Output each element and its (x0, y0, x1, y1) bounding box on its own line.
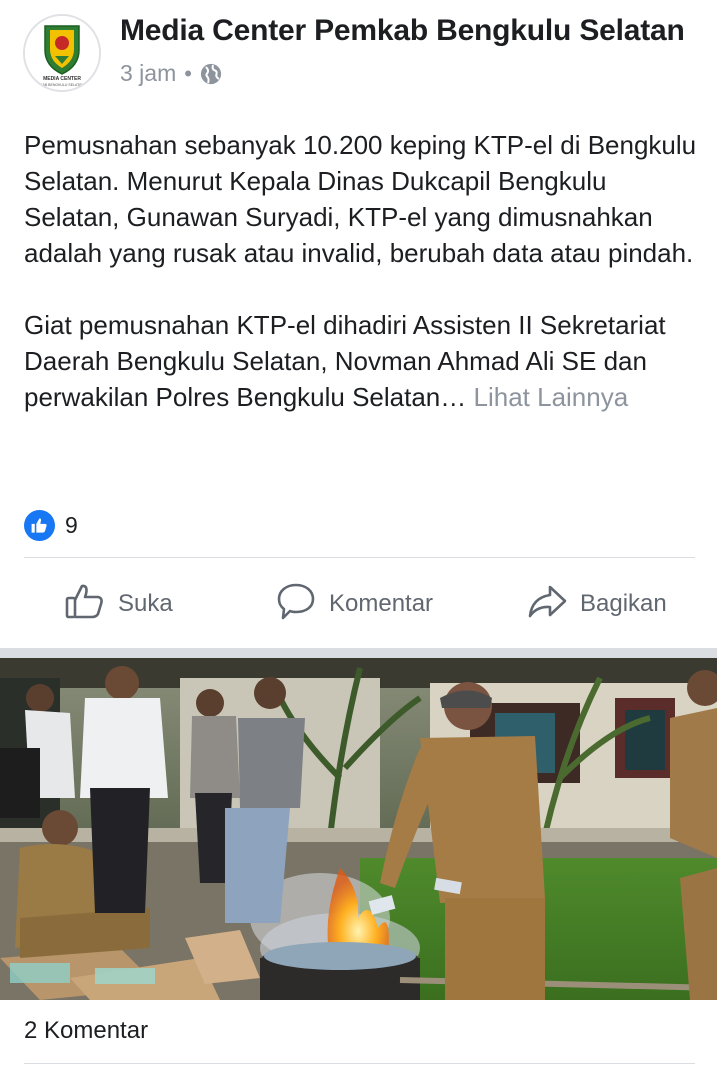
comments-count-link[interactable]: 2 Komentar (24, 1017, 148, 1045)
facebook-post: MEDIA CENTER KAB BENGKULU SELATAN Media … (0, 0, 717, 1069)
post-text: Pemusnahan sebanyak 10.200 keping KTP-el… (24, 127, 699, 415)
logo-text: MEDIA CENTER (43, 76, 81, 82)
post-meta: 3 jam • (120, 60, 222, 87)
page-name-link[interactable]: Media Center Pemkab Bengkulu Selatan (120, 14, 685, 48)
page-logo: MEDIA CENTER KAB BENGKULU SELATAN (25, 16, 99, 90)
page-avatar[interactable]: MEDIA CENTER KAB BENGKULU SELATAN (23, 14, 101, 92)
meta-separator: • (184, 60, 192, 86)
comment-button[interactable]: Komentar (275, 560, 433, 648)
thumbs-up-icon (64, 580, 106, 629)
photo-image (0, 658, 717, 1000)
comment-icon (275, 580, 317, 629)
see-more-link[interactable]: Lihat Lainnya (474, 382, 629, 412)
section-separator (0, 648, 717, 658)
divider (24, 1063, 695, 1064)
divider (24, 557, 695, 558)
post-time[interactable]: 3 jam (120, 60, 176, 87)
post-header: MEDIA CENTER KAB BENGKULU SELATAN Media … (0, 0, 717, 110)
comment-label: Komentar (329, 590, 434, 617)
globe-icon (200, 63, 222, 85)
share-label: Bagikan (580, 590, 667, 617)
share-button[interactable]: Bagikan (526, 560, 667, 648)
like-icon (24, 510, 55, 541)
reaction-summary[interactable]: 9 (24, 510, 78, 541)
post-paragraph-1: Pemusnahan sebanyak 10.200 keping KTP-el… (24, 130, 697, 268)
like-count: 9 (65, 512, 78, 538)
logo-subtext: KAB BENGKULU SELATAN (40, 83, 84, 87)
post-actions: Suka Komentar Bagikan (0, 560, 717, 648)
post-photo[interactable] (0, 658, 717, 1000)
like-label: Suka (118, 590, 173, 617)
like-button[interactable]: Suka (64, 560, 173, 648)
share-icon (526, 580, 568, 629)
